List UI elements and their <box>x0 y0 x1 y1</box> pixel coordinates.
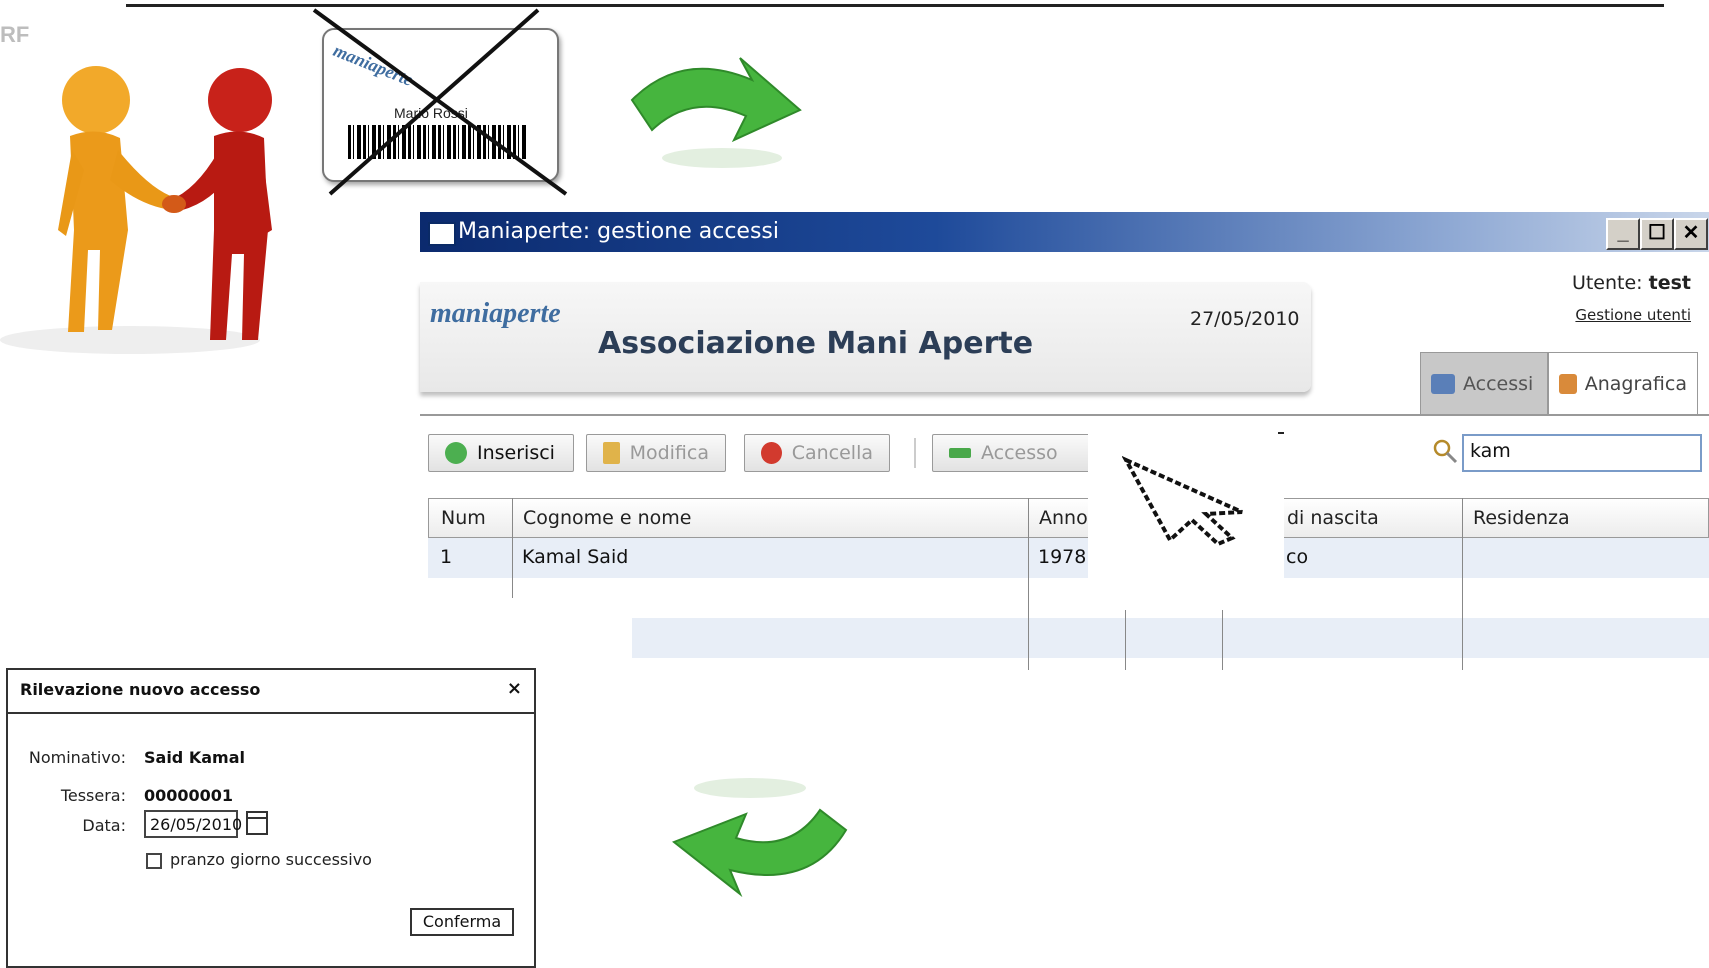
cell-birthplace: co <box>1286 546 1309 568</box>
handshake-illustration <box>0 66 272 354</box>
insert-button[interactable]: Inserisci <box>428 434 574 472</box>
next-day-lunch-label: pranzo giorno successivo <box>170 850 372 869</box>
edit-label: Modifica <box>629 442 709 464</box>
maniaperte-logo: maniaperte <box>430 298 561 329</box>
user-name: test <box>1648 272 1691 294</box>
data-label: Data: <box>82 816 126 835</box>
column-header-num[interactable]: Num <box>441 507 486 529</box>
curved-arrow-left-icon <box>672 778 848 898</box>
delete-label: Cancella <box>791 442 873 464</box>
cursor-overlay <box>1088 420 1284 610</box>
arrow-right-icon <box>949 448 971 458</box>
stray-mark <box>1278 432 1284 434</box>
insert-label: Inserisci <box>477 442 555 464</box>
delete-button[interactable]: Cancella <box>744 434 890 472</box>
nominativo-label: Nominativo: <box>28 748 126 767</box>
new-access-dialog: Rilevazione nuovo accesso × Nominativo: … <box>6 668 536 968</box>
tab-label: Anagrafica <box>1584 372 1687 395</box>
users-icon <box>1559 373 1577 394</box>
header-separator <box>420 414 1709 416</box>
column-header-birthplace[interactable]: di nascita <box>1287 507 1379 529</box>
toolbar-separator <box>914 438 916 468</box>
column-header-residence[interactable]: Residenza <box>1473 507 1570 529</box>
search-input[interactable]: kam <box>1462 434 1702 472</box>
column-divider <box>1462 498 1463 670</box>
tessera-value: 00000001 <box>144 786 234 805</box>
pencil-icon <box>603 442 620 464</box>
user-label: Utente: <box>1571 272 1643 294</box>
dialog-header: Rilevazione nuovo accesso × <box>8 670 534 714</box>
tab-accessi[interactable]: Accessi <box>1420 352 1548 414</box>
column-header-name[interactable]: Cognome e nome <box>523 507 691 529</box>
dialog-close-icon[interactable]: × <box>507 678 522 699</box>
user-info: Utente: test <box>1572 272 1691 294</box>
next-day-lunch-checkbox[interactable] <box>146 853 162 869</box>
edit-button[interactable]: Modifica <box>586 434 726 472</box>
calendar-icon[interactable] <box>246 811 268 835</box>
search-icon <box>1433 439 1458 464</box>
tab-label: Accessi <box>1463 372 1534 395</box>
tab-anagrafica[interactable]: Anagrafica <box>1548 352 1698 414</box>
delete-icon <box>761 442 782 464</box>
maximize-button[interactable]: ☐ <box>1640 218 1674 250</box>
cell-name: Kamal Said <box>522 546 629 568</box>
column-divider <box>512 498 513 598</box>
book-icon <box>1431 373 1455 394</box>
tessera-label: Tessera: <box>60 786 126 805</box>
curved-arrow-right-icon <box>630 57 802 168</box>
current-date: 27/05/2010 <box>1190 308 1300 330</box>
grid-header: Num Cognome e nome Anno di nascita Resid… <box>428 498 1709 538</box>
column-divider <box>1028 498 1029 670</box>
dialog-title: Rilevazione nuovo accesso <box>20 680 261 699</box>
nominativo-value: Said Kamal <box>144 748 245 767</box>
confirm-button[interactable]: Conferma <box>410 908 514 936</box>
cell-year: 1978 <box>1038 546 1087 568</box>
minimize-button[interactable]: _ <box>1606 218 1640 250</box>
date-input[interactable]: 26/05/2010 <box>144 810 242 838</box>
empty-table-row <box>632 618 1709 658</box>
header-banner: maniaperte Associazione Mani Aperte 27/0… <box>420 282 1311 392</box>
table-row[interactable]: 1 Kamal Said 1978 co <box>428 538 1709 578</box>
manage-users-link[interactable]: Gestione utenti <box>1575 306 1691 324</box>
access-button[interactable]: Accesso <box>932 434 1104 472</box>
close-button[interactable]: ✕ <box>1674 218 1708 250</box>
main-window: Maniaperte: gestione accessi _ ☐ ✕ mania… <box>420 210 1709 670</box>
window-titlebar[interactable]: Maniaperte: gestione accessi _ ☐ ✕ <box>420 212 1709 252</box>
plus-icon <box>445 442 467 464</box>
access-label: Accesso <box>981 442 1058 464</box>
column-header-year[interactable]: Anno <box>1039 507 1088 529</box>
organization-name: Associazione Mani Aperte <box>598 326 1034 361</box>
window-title: Maniaperte: gestione accessi <box>458 219 779 244</box>
window-app-icon <box>428 222 456 246</box>
cross-out-icon <box>312 8 568 196</box>
mouse-pointer-icon <box>1122 456 1243 546</box>
cell-num: 1 <box>440 546 453 568</box>
